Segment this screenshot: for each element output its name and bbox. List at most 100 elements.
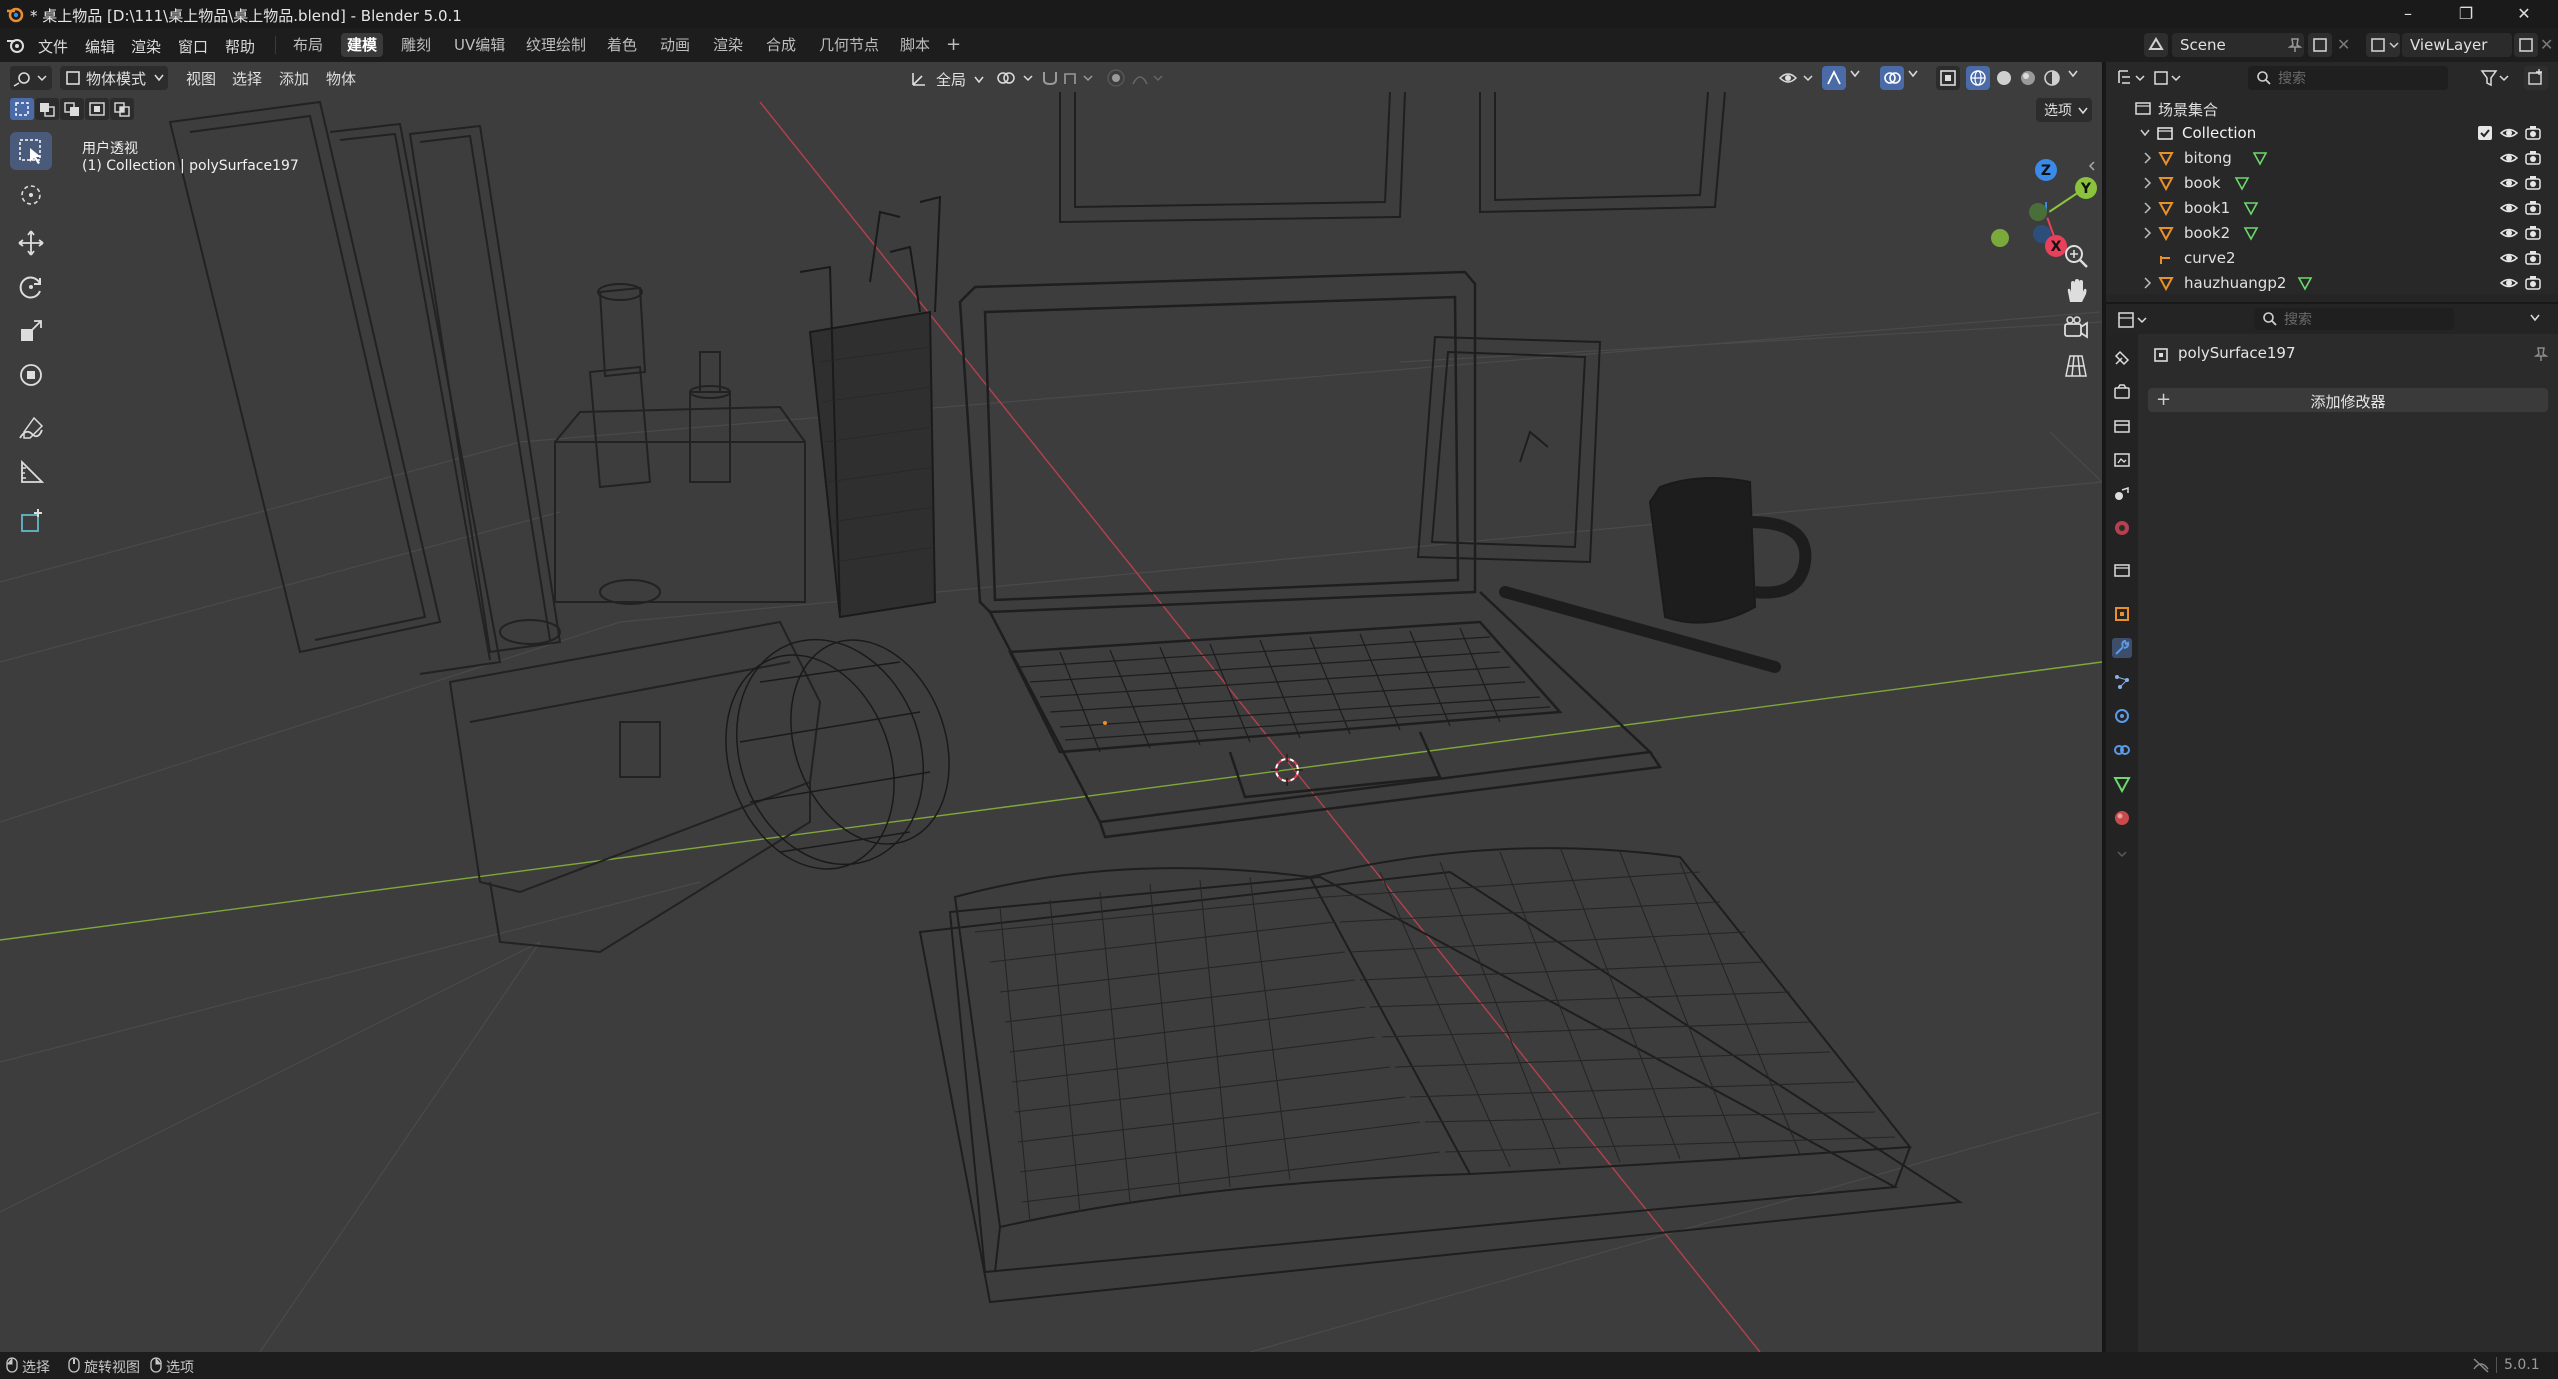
select-box-tool-icon[interactable] [10,132,52,170]
maximize-button[interactable]: ❐ [2438,0,2494,28]
gizmo-neg-y-icon[interactable] [2029,203,2047,221]
new-collection-icon[interactable] [2524,66,2548,90]
outliner-row-hauzhuangp2[interactable]: hauzhuangp2 [2106,271,2558,296]
tool-tab-icon[interactable] [2112,348,2132,368]
chevron-down-icon[interactable] [1850,70,1860,78]
proportional-edit-icon[interactable] [1106,68,1126,88]
falloff-icon[interactable] [1130,68,1166,88]
filter-icon[interactable] [2480,68,2510,88]
new-scene-icon[interactable] [2308,33,2332,57]
chevron-down-icon[interactable] [2140,129,2150,137]
shading-wireframe-icon[interactable] [1966,66,1990,90]
world-tab-icon[interactable] [2112,518,2132,538]
tab-shading[interactable]: 着色 [601,33,643,57]
editor-type-icon[interactable] [10,66,52,90]
chevron-down-icon[interactable] [2068,70,2078,78]
tab-layout[interactable]: 布局 [287,33,329,57]
tab-uv-editing[interactable]: UV编辑 [448,33,511,57]
annotate-tool-icon[interactable] [10,410,52,448]
outliner-search-field[interactable]: 搜索 [2248,66,2448,90]
menu-view[interactable]: 视图 [186,68,216,89]
chevron-right-icon[interactable] [2144,227,2152,239]
mesh-data-icon[interactable] [2252,150,2268,166]
select-intersect-icon[interactable] [110,98,134,120]
scene-name-field[interactable]: Scene [2172,33,2304,57]
pin-scene-icon[interactable] [2288,37,2302,53]
overlay-toggle-icon[interactable] [1880,66,1904,90]
select-new-icon[interactable] [10,98,34,120]
zoom-icon[interactable] [2060,240,2092,272]
outliner-row-scene-collection[interactable]: 场景集合 [2106,96,2558,121]
perspective-toggle-icon[interactable] [2060,350,2092,382]
pin-icon[interactable] [2534,346,2548,362]
shading-rendered-icon[interactable] [2040,66,2064,90]
snap-icon[interactable] [1040,68,1060,88]
view-layer-field[interactable]: ViewLayer [2402,33,2512,57]
chevron-down-icon[interactable] [2530,314,2540,322]
texture-tab-chevron-icon[interactable] [2112,844,2132,864]
menu-help[interactable]: 帮助 [225,36,255,57]
select-invert-icon[interactable] [85,98,109,120]
outliner-row-book[interactable]: book [2106,171,2558,196]
render-camera-icon[interactable] [2524,150,2542,166]
collection-tab-icon[interactable] [2112,560,2132,580]
camera-view-icon[interactable] [2060,312,2092,344]
menu-object[interactable]: 物体 [326,68,356,89]
3d-viewport[interactable]: 物体模式 视图 选择 添加 物体 全局 选项 用户透视 (1) Collecti… [0,62,2103,1352]
close-button[interactable]: ✕ [2496,0,2552,28]
new-view-layer-icon[interactable] [2514,33,2538,57]
chevron-right-icon[interactable] [2144,277,2152,289]
eye-icon[interactable] [2500,200,2518,216]
gizmo-toggle-icon[interactable] [1822,66,1846,90]
menu-add[interactable]: 添加 [279,68,309,89]
eye-icon[interactable] [2500,175,2518,191]
render-camera-icon[interactable] [2524,250,2542,266]
menu-window[interactable]: 窗口 [178,36,208,57]
outliner-row-bitong[interactable]: bitong [2106,146,2558,171]
pan-hand-icon[interactable] [2060,276,2092,308]
add-cube-tool-icon[interactable] [10,502,52,540]
scene-tab-icon[interactable] [2112,484,2132,504]
exclude-checkbox[interactable] [2478,126,2492,140]
snap-target-icon[interactable] [1062,68,1098,88]
xray-toggle-icon[interactable] [1936,66,1960,90]
particles-tab-icon[interactable] [2112,672,2132,692]
outliner-row-curve2[interactable]: curve2 [2106,246,2558,271]
tab-texture-paint[interactable]: 纹理绘制 [520,33,592,57]
properties-search-field[interactable]: 搜索 [2254,308,2454,330]
chevron-right-icon[interactable] [2144,177,2152,189]
tab-sculpting[interactable]: 雕刻 [395,33,437,57]
object-tab-icon[interactable] [2112,604,2132,624]
outliner-row-book1[interactable]: book1 [2106,196,2558,221]
render-camera-icon[interactable] [2524,275,2542,291]
move-tool-icon[interactable] [10,224,52,262]
tab-animation[interactable]: 动画 [654,33,696,57]
mesh-data-tab-icon[interactable] [2112,774,2132,794]
constraints-tab-icon[interactable] [2112,740,2132,760]
delete-scene-icon[interactable]: ✕ [2337,35,2350,54]
mesh-data-icon[interactable] [2243,225,2259,241]
delete-view-layer-icon[interactable]: ✕ [2540,35,2553,54]
tab-scripting[interactable]: 脚本 [894,33,936,57]
menu-select[interactable]: 选择 [232,68,262,89]
add-workspace-icon[interactable]: + [946,34,961,55]
tab-rendering[interactable]: 渲染 [707,33,749,57]
eye-icon[interactable] [2500,125,2518,141]
tab-modeling[interactable]: 建模 [341,33,384,57]
chevron-right-icon[interactable] [2144,152,2152,164]
display-mode-icon[interactable] [2152,66,2184,90]
outliner-row-book2[interactable]: book2 [2106,221,2558,246]
scene-icon[interactable] [2144,33,2168,57]
outliner-editor-type-icon[interactable] [2116,66,2146,90]
pivot-point-icon[interactable] [996,69,1036,87]
chevron-down-icon[interactable] [1908,70,1918,78]
tab-geometry-nodes[interactable]: 几何节点 [813,33,885,57]
eye-icon[interactable] [2500,275,2518,291]
view-layer-icon[interactable] [2366,33,2400,57]
transform-tool-icon[interactable] [10,356,52,394]
render-camera-icon[interactable] [2524,125,2542,141]
shading-material-icon[interactable] [2016,66,2040,90]
options-dropdown[interactable]: 选项 [2036,98,2092,122]
rotate-tool-icon[interactable] [10,268,52,306]
mode-selector[interactable]: 物体模式 [60,66,168,90]
